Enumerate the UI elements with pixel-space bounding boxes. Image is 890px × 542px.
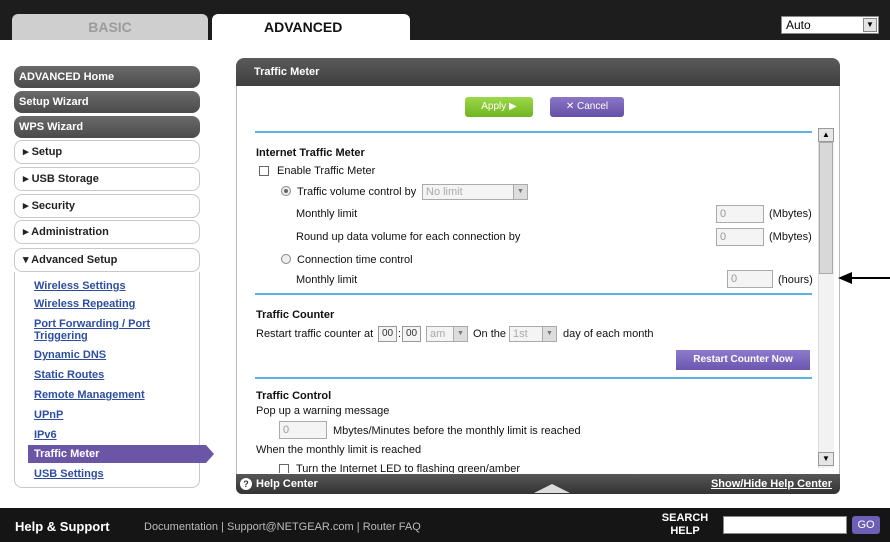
search-label-line1: SEARCH: [661, 512, 709, 524]
enable-traffic-meter-label: Enable Traffic Meter: [277, 165, 376, 177]
chevron-down-icon: ▼: [513, 185, 527, 199]
scrollbar-thumb[interactable]: [819, 142, 833, 274]
footer-links: Documentation | Support@NETGEAR.com | Ro…: [144, 521, 421, 533]
go-button[interactable]: GO: [852, 516, 880, 534]
led-flash-label: Turn the Internet LED to flashing green/…: [296, 463, 520, 473]
scroll-down-icon[interactable]: ▼: [818, 452, 834, 466]
time-limit-unit: (hours): [778, 274, 813, 286]
footer: Help & Support Documentation | Support@N…: [0, 508, 890, 542]
support-email-link[interactable]: Support@NETGEAR.com: [227, 521, 354, 533]
help-center-bar: ? Help Center Show/Hide Help Center: [236, 474, 840, 494]
sidebar-subitem-static-routes[interactable]: Static Routes: [34, 369, 194, 381]
chevron-down-icon: ▼: [453, 327, 467, 341]
control-heading: Traffic Control: [256, 390, 332, 402]
router-faq-link[interactable]: Router FAQ: [363, 521, 421, 533]
time-colon: :: [398, 328, 402, 340]
sidebar-item-advanced-setup[interactable]: ▾ Advanced Setup: [14, 248, 200, 272]
section-divider: [255, 377, 812, 379]
restart-counter-label: Restart traffic counter at: [256, 328, 374, 340]
popup-warning-input[interactable]: 0: [279, 421, 327, 439]
sidebar-item-advanced-home[interactable]: ADVANCED Home: [14, 66, 200, 88]
sidebar-subitem-wireless-settings[interactable]: Wireless Settings: [34, 280, 194, 292]
apply-button[interactable]: Apply ▶: [465, 97, 533, 117]
sidebar-subitem-ipv6[interactable]: IPv6: [34, 429, 194, 441]
sidebar-item-usb-storage[interactable]: ▸ USB Storage: [14, 167, 200, 191]
chevron-down-icon: ▼: [542, 327, 556, 341]
sidebar-subitem-dynamic-dns[interactable]: Dynamic DNS: [34, 349, 194, 361]
show-hide-help-link[interactable]: Show/Hide Help Center: [711, 474, 832, 494]
panel-title: Traffic Meter: [236, 58, 840, 86]
expand-arrow-icon[interactable]: [534, 484, 570, 493]
cancel-button[interactable]: ✕ Cancel: [550, 97, 624, 117]
traffic-volume-select-value: No limit: [426, 186, 463, 198]
chevron-down-icon[interactable]: ▼: [863, 18, 877, 32]
enable-traffic-meter-checkbox[interactable]: [259, 166, 269, 176]
top-header: BASIC ADVANCED Auto ▼: [0, 0, 890, 40]
itm-heading: Internet Traffic Meter: [256, 147, 365, 159]
tab-basic[interactable]: BASIC: [12, 14, 208, 40]
on-the-label: On the: [473, 328, 507, 340]
monthly-limit-unit: (Mbytes): [769, 208, 812, 220]
documentation-link[interactable]: Documentation: [144, 521, 218, 533]
ampm-select-value: am: [430, 328, 446, 340]
traffic-volume-radio[interactable]: [281, 186, 291, 196]
traffic-volume-select[interactable]: No limit ▼: [422, 184, 528, 200]
search-help-label: SEARCH HELP: [652, 512, 718, 538]
sidebar-item-setup-wizard[interactable]: Setup Wizard: [14, 91, 200, 113]
help-support-title: Help & Support: [15, 519, 110, 534]
help-icon[interactable]: ?: [240, 478, 252, 490]
section-divider: [255, 131, 812, 133]
language-select-value: Auto: [786, 18, 811, 32]
led-flash-checkbox[interactable]: [279, 464, 289, 473]
sidebar-subitem-traffic-meter[interactable]: Traffic Meter: [28, 445, 214, 463]
roundup-label: Round up data volume for each connection…: [296, 231, 521, 243]
sidebar-item-setup[interactable]: ▸ Setup: [14, 140, 200, 164]
connection-time-radio[interactable]: [281, 254, 291, 264]
time-limit-input[interactable]: 0: [727, 270, 773, 288]
callout-arrow-icon: [838, 272, 852, 284]
counter-hour-input[interactable]: 00: [378, 326, 397, 342]
led-option-row: Turn the Internet LED to flashing green/…: [256, 460, 812, 473]
search-label-line2: HELP: [670, 525, 700, 537]
sidebar-subitem-upnp[interactable]: UPnP: [34, 409, 194, 421]
limit-reached-label: When the monthly limit is reached: [256, 444, 422, 456]
sidebar-subitem-wireless-repeating[interactable]: Wireless Repeating: [34, 298, 194, 310]
sidebar-item-administration[interactable]: ▸ Administration: [14, 220, 200, 244]
sidebar-item-security[interactable]: ▸ Security: [14, 194, 200, 218]
time-limit-label: Monthly limit: [296, 274, 358, 286]
day-suffix-label: day of each month: [563, 328, 654, 340]
ampm-select[interactable]: am ▼: [426, 326, 468, 342]
language-select[interactable]: Auto ▼: [781, 16, 879, 34]
popup-warning-label: Pop up a warning message: [256, 405, 390, 417]
roundup-unit: (Mbytes): [769, 231, 812, 243]
roundup-input[interactable]: 0: [716, 228, 764, 246]
section-divider: [255, 293, 812, 295]
day-select-value: 1st: [513, 328, 528, 340]
sidebar-subitem-port-forwarding[interactable]: Port Forwarding / Port Triggering: [34, 318, 184, 342]
day-select[interactable]: 1st ▼: [509, 326, 557, 342]
sidebar-subitem-usb-settings[interactable]: USB Settings: [34, 468, 194, 480]
counter-minute-input[interactable]: 00: [402, 326, 421, 342]
scroll-up-icon[interactable]: ▲: [818, 128, 834, 142]
connection-time-label: Connection time control: [297, 254, 413, 266]
monthly-limit-input[interactable]: 0: [716, 205, 764, 223]
monthly-limit-label: Monthly limit: [296, 208, 358, 220]
tab-advanced[interactable]: ADVANCED: [212, 14, 410, 40]
search-input[interactable]: [723, 516, 847, 534]
sidebar-subitem-remote-management[interactable]: Remote Management: [34, 389, 194, 401]
restart-counter-button[interactable]: Restart Counter Now: [676, 350, 810, 370]
sidebar-item-wps-wizard[interactable]: WPS Wizard: [14, 116, 200, 138]
callout-arrow-line: [848, 277, 890, 279]
traffic-volume-label: Traffic volume control by: [297, 186, 417, 198]
help-center-label[interactable]: Help Center: [256, 474, 318, 494]
popup-warning-suffix: Mbytes/Minutes before the monthly limit …: [333, 425, 581, 437]
counter-heading: Traffic Counter: [256, 309, 335, 321]
